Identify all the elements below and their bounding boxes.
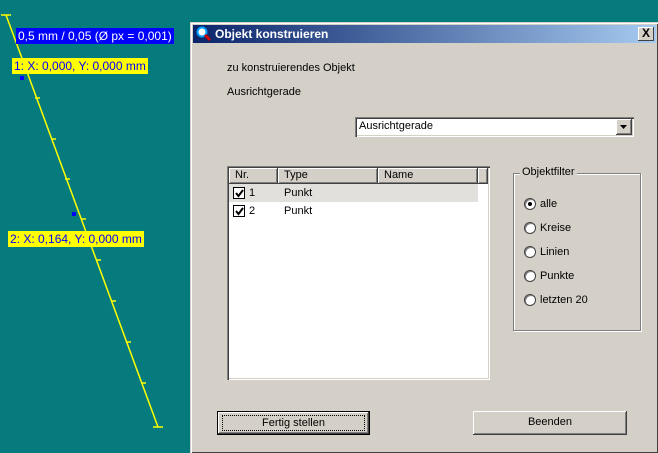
row-type: Punkt bbox=[284, 205, 313, 217]
row-checkbox-2[interactable] bbox=[233, 205, 245, 217]
column-header-filler bbox=[478, 168, 488, 184]
measurement-line bbox=[5, 14, 159, 428]
list-row-1[interactable]: 1 Punkt bbox=[229, 184, 478, 202]
finish-button-label: Fertig stellen bbox=[262, 417, 325, 429]
row-type: Punkt bbox=[284, 187, 313, 199]
combobox-value: Ausrichtgerade bbox=[359, 120, 433, 132]
column-header-nr[interactable]: Nr. bbox=[229, 168, 278, 184]
object-filter-group: Objektfilter alle Kreise Linien Punkte l… bbox=[513, 166, 641, 331]
object-type-combobox[interactable]: Ausrichtgerade bbox=[355, 117, 634, 137]
object-name: Ausrichtgerade bbox=[227, 86, 301, 98]
combobox-dropdown-button[interactable] bbox=[616, 119, 632, 135]
row-checkbox-1[interactable] bbox=[233, 187, 245, 199]
scale-label: 0,5 mm / 0,05 (Ø px = 0,001) bbox=[16, 28, 174, 44]
dialog-title: Objekt konstruieren bbox=[215, 27, 329, 41]
object-caption: zu konstruierendes Objekt bbox=[227, 62, 355, 74]
quit-button[interactable]: Beenden bbox=[473, 411, 627, 435]
point1-label: 1: X: 0,000, Y: 0,000 mm bbox=[12, 58, 148, 74]
checkmark-icon bbox=[235, 207, 244, 216]
finish-button[interactable]: Fertig stellen bbox=[217, 411, 370, 435]
construct-object-dialog: Objekt konstruieren X zu konstruierendes… bbox=[190, 22, 658, 453]
list-row-2[interactable]: 2 Punkt bbox=[229, 202, 478, 220]
chevron-down-icon bbox=[620, 125, 627, 129]
point2-label: 2: X: 0,164, Y: 0,000 mm bbox=[8, 231, 144, 247]
filter-group-title: Objektfilter bbox=[520, 166, 577, 178]
row-nr: 1 bbox=[249, 187, 256, 199]
point-markers bbox=[20, 76, 76, 216]
column-header-name[interactable]: Name bbox=[378, 168, 478, 184]
checkmark-icon bbox=[235, 189, 244, 198]
magnifier-icon bbox=[196, 26, 212, 42]
close-button[interactable]: X bbox=[638, 27, 654, 41]
radio-selected-dot bbox=[528, 202, 532, 206]
dialog-titlebar[interactable]: Objekt konstruieren X bbox=[193, 25, 656, 43]
column-header-type[interactable]: Type bbox=[278, 168, 378, 184]
object-list[interactable]: Nr. Type Name 1 Punkt 2 Punkt bbox=[227, 166, 490, 380]
row-nr: 2 bbox=[249, 205, 256, 217]
